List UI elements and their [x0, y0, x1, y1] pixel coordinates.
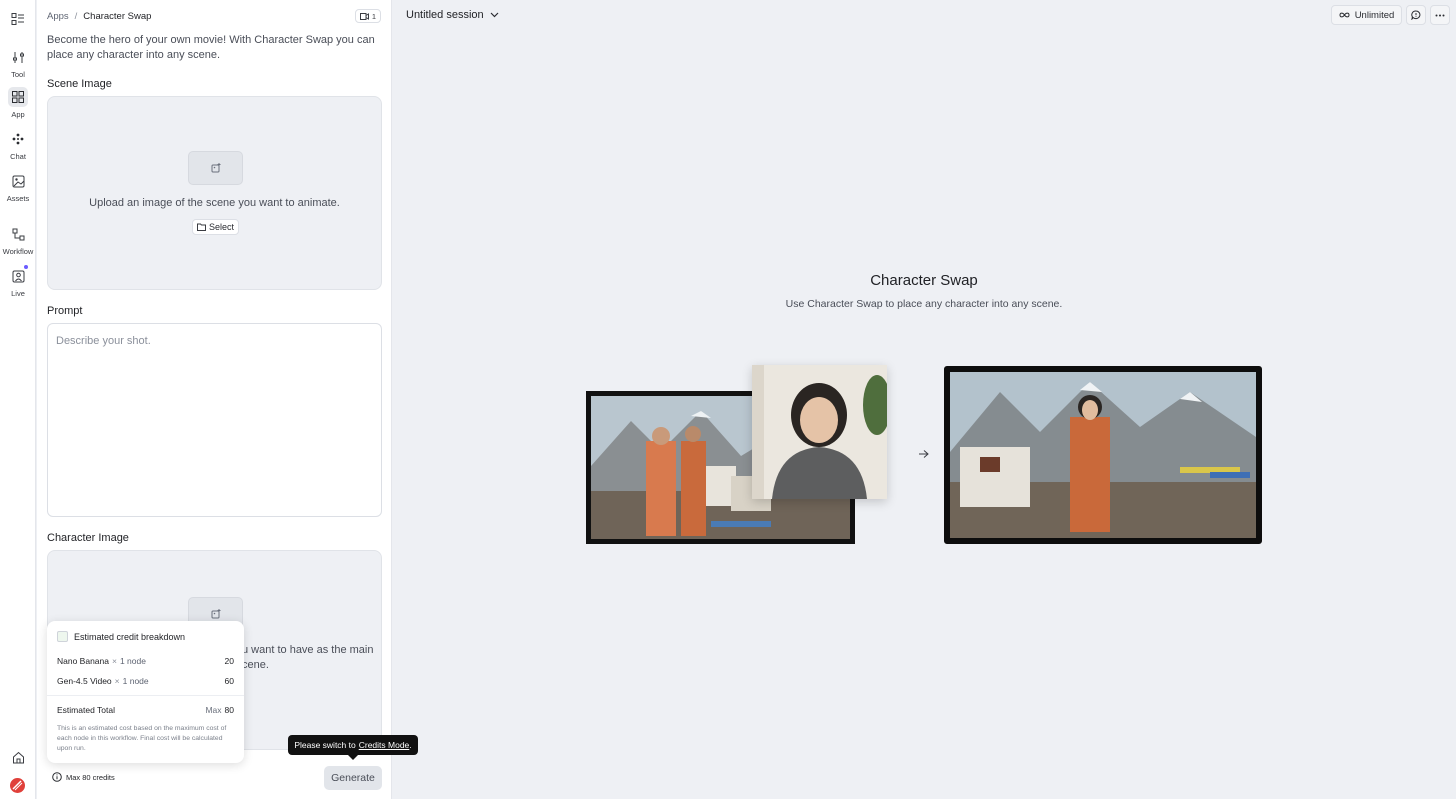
workflow-nodes-icon: [8, 224, 28, 244]
rail-item-label: Tool: [11, 70, 25, 79]
rail-item-assets[interactable]: Assets: [0, 171, 36, 203]
infinity-icon: [1339, 12, 1350, 18]
scene-image-dropzone[interactable]: Upload an image of the scene you want to…: [47, 96, 382, 290]
node-count: 1 node: [122, 676, 149, 686]
image-add-icon: [188, 151, 243, 185]
chevron-down-icon: [490, 12, 499, 18]
rail-item-label: Chat: [10, 152, 26, 161]
video-count: 1: [371, 11, 376, 21]
rail-item-label: Assets: [6, 194, 30, 203]
scene-upload-hint: Upload an image of the scene you want to…: [89, 197, 340, 209]
main-subtitle: Use Character Swap to place any characte…: [785, 298, 1063, 310]
credits-info[interactable]: Max 80 credits: [52, 772, 115, 782]
model-name: Gen-4.5 Video: [57, 676, 112, 686]
credit-breakdown-popover: Estimated credit breakdown Nano Banana × 1…: [47, 621, 244, 763]
prompt-textarea[interactable]: Describe your shot.: [47, 323, 382, 517]
sliders-icon: [8, 47, 28, 67]
rail-item-label: Workflow: [2, 247, 34, 256]
credits-mode-link[interactable]: Credits Mode: [359, 740, 410, 750]
home-icon[interactable]: [10, 749, 26, 765]
credits-mode-tooltip: Please switch to Credits Mode .: [288, 735, 418, 760]
prompt-label: Prompt: [47, 305, 83, 317]
credit-row: Nano Banana × 1 node 20: [57, 656, 234, 666]
rail-item-workflow[interactable]: Workflow: [0, 224, 36, 256]
example-result-image: [944, 366, 1262, 544]
character-hint-line-2: cene.: [242, 659, 269, 671]
times-symbol: ×: [112, 656, 117, 666]
left-rail: Tool App Chat Assets Workflow Live: [0, 0, 36, 799]
live-portrait-icon: [8, 266, 28, 286]
node-count: 1 node: [119, 656, 146, 666]
unlimited-label: Unlimited: [1354, 9, 1395, 21]
video-camera-icon: [359, 12, 369, 20]
model-name: Nano Banana: [57, 656, 109, 666]
total-prefix: Max: [205, 705, 222, 715]
times-symbol: ×: [114, 676, 120, 686]
breadcrumb-separator: /: [74, 11, 78, 22]
breadcrumb-current: Character Swap: [83, 11, 152, 22]
video-count-badge[interactable]: 1: [354, 9, 381, 23]
max-credits-label: Max 80 credits: [66, 772, 115, 782]
grid-icon: [8, 87, 28, 107]
total-value: 80: [224, 705, 234, 715]
rail-item-chat[interactable]: Chat: [0, 129, 36, 161]
folder-icon: [196, 223, 206, 231]
popover-header: Estimated credit breakdown: [57, 631, 185, 642]
user-avatar[interactable]: [10, 778, 25, 793]
estimated-total-row: Estimated Total Max 80: [57, 705, 234, 715]
more-options-button[interactable]: [1430, 5, 1450, 25]
breadcrumb: Apps / Character Swap: [47, 11, 151, 22]
character-image-label: Character Image: [47, 532, 129, 544]
select-label: Select: [208, 222, 234, 232]
image-stack-icon: [8, 171, 28, 191]
credit-row: Gen-4.5 Video × 1 node 60: [57, 676, 234, 686]
rail-item-live[interactable]: Live: [0, 266, 36, 298]
rail-item-label: App: [11, 110, 25, 119]
character-hint-line-1: u want to have as the main: [242, 644, 374, 656]
credit-value: 20: [224, 656, 234, 666]
tooltip-text: Please switch to: [294, 740, 356, 750]
select-scene-button[interactable]: Select: [192, 219, 239, 235]
credit-value: 60: [224, 676, 234, 686]
popover-title: Estimated credit breakdown: [74, 631, 186, 642]
feedback-button[interactable]: [1406, 5, 1426, 25]
more-horizontal-icon: [1435, 14, 1445, 16]
info-icon: [52, 772, 62, 782]
panel-toggle-icon[interactable]: [11, 12, 25, 26]
total-label: Estimated Total: [57, 705, 115, 715]
receipt-icon: [57, 631, 68, 642]
session-title: Untitled session: [406, 9, 484, 21]
sparkle-dots-icon: [8, 129, 28, 149]
arrow-right-icon: [919, 450, 929, 458]
main-title: Character Swap: [870, 272, 978, 289]
notification-dot: [24, 265, 28, 269]
rail-item-app[interactable]: App: [0, 87, 36, 119]
estimate-note: This is an estimated cost based on the m…: [57, 725, 227, 752]
session-selector[interactable]: Untitled session: [406, 9, 499, 21]
rail-item-tool[interactable]: Tool: [0, 47, 36, 79]
breadcrumb-apps-link[interactable]: Apps: [47, 11, 69, 22]
scene-image-label: Scene Image: [47, 78, 112, 90]
unlimited-button[interactable]: Unlimited: [1331, 5, 1402, 25]
tooltip-period: .: [409, 740, 412, 750]
rail-item-label: Live: [11, 289, 25, 298]
prompt-placeholder: Describe your shot.: [56, 335, 151, 347]
app-description: Become the hero of your own movie! With …: [47, 34, 375, 61]
generate-button[interactable]: Generate: [324, 766, 382, 790]
character-upload-hint: u want to have as the main cene.: [242, 643, 377, 673]
popover-divider: [47, 695, 244, 696]
example-character-image: [752, 365, 887, 499]
chat-bubble-icon: [1411, 10, 1421, 20]
